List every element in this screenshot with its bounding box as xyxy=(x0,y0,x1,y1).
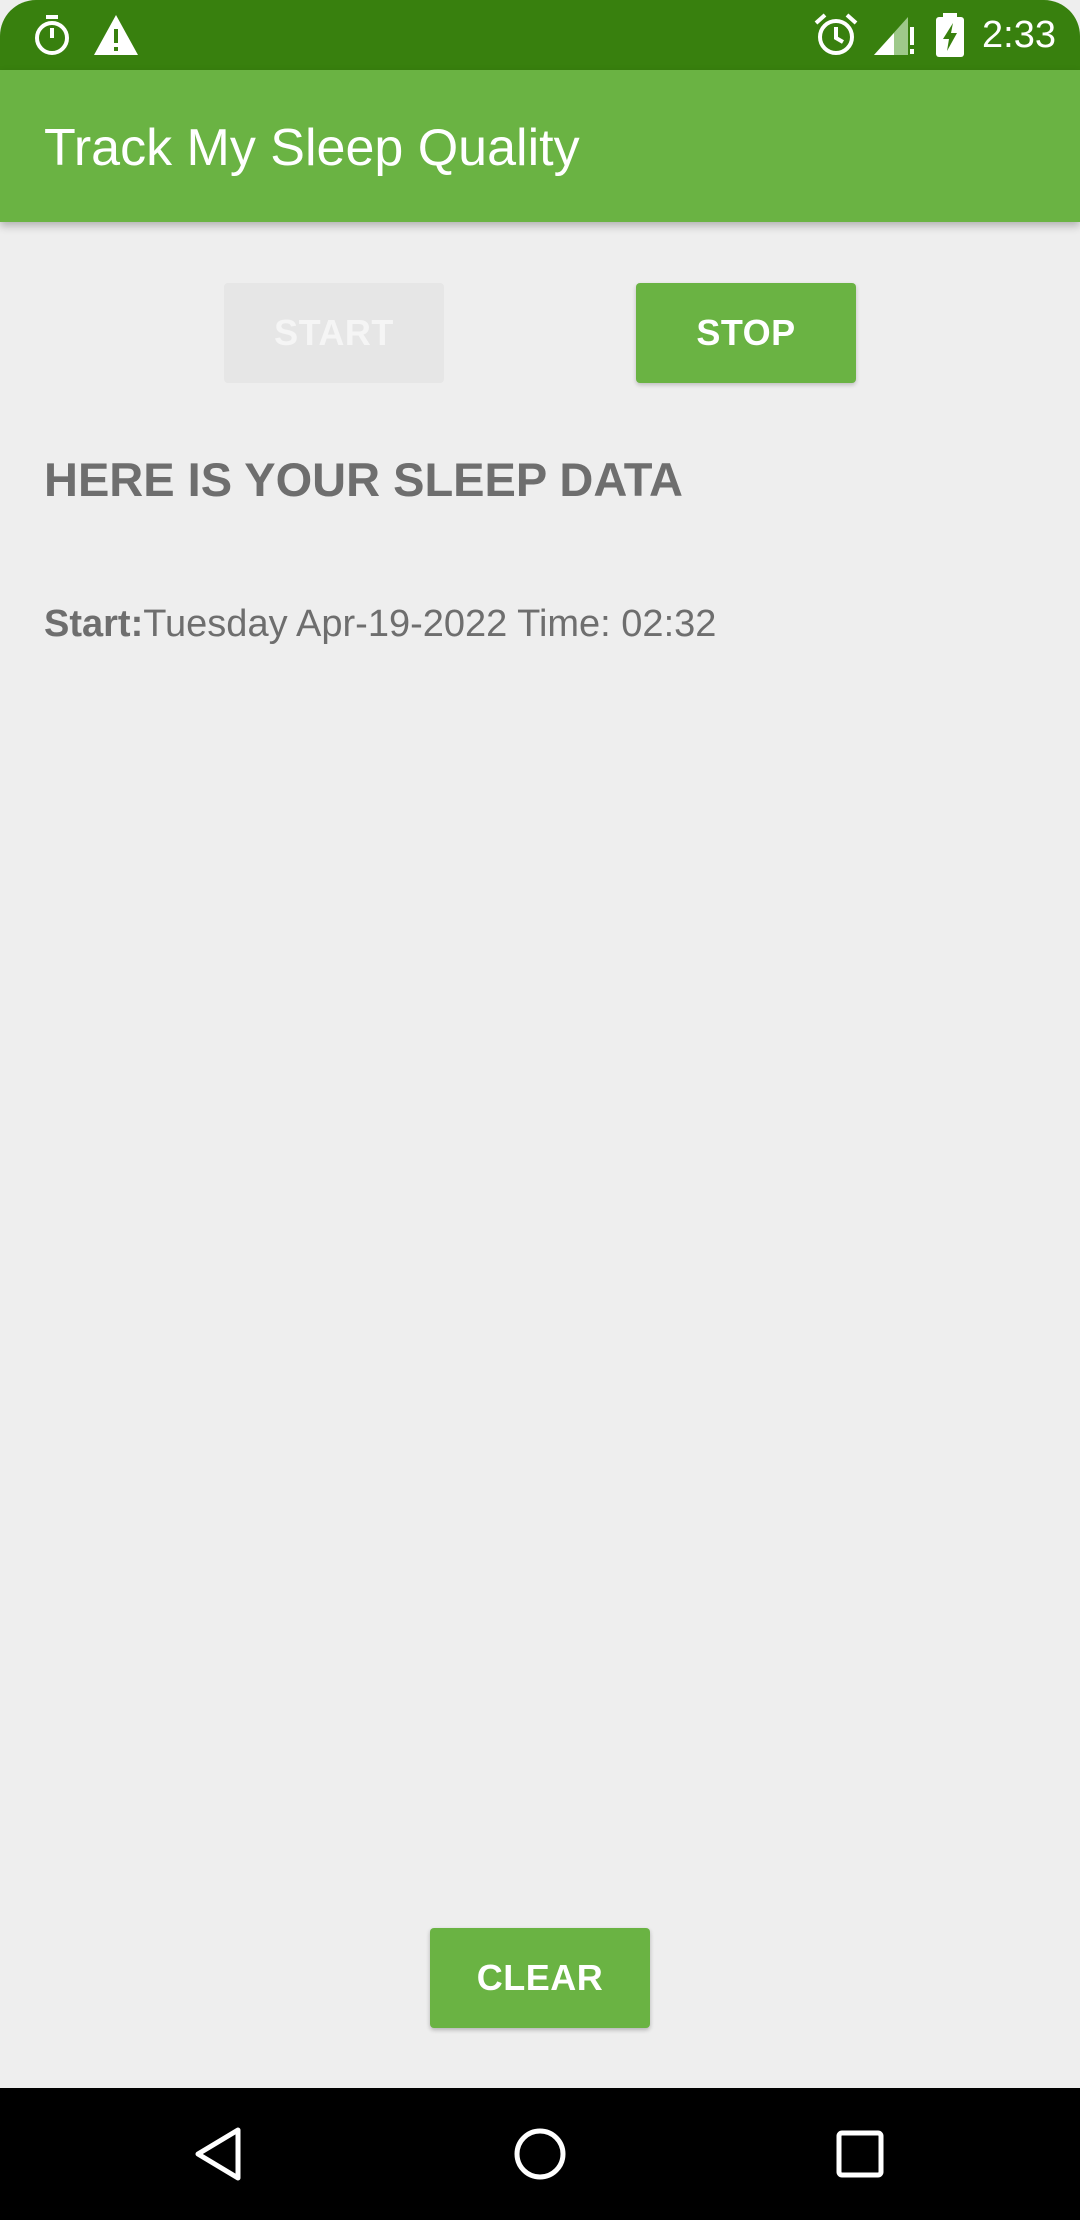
sleep-entry-value: Tuesday Apr-19-2022 Time: 02:32 xyxy=(143,603,717,645)
sleep-data-heading: HERE IS YOUR SLEEP DATA xyxy=(44,453,683,506)
status-bar: 2:33 xyxy=(0,0,1080,70)
signal-icon xyxy=(874,17,914,55)
back-icon[interactable] xyxy=(190,2124,250,2184)
warning-icon xyxy=(94,15,138,55)
recents-icon[interactable] xyxy=(830,2124,890,2184)
app-title: Track My Sleep Quality xyxy=(44,119,580,177)
stopwatch-icon xyxy=(35,15,69,55)
sleep-entry: Start:Tuesday Apr-19-2022 Time: 02:32 xyxy=(44,600,716,648)
clear-button[interactable]: CLEAR xyxy=(430,1928,650,2028)
home-icon[interactable] xyxy=(510,2124,570,2184)
alarm-icon xyxy=(814,13,858,55)
battery-charging-icon xyxy=(936,13,964,57)
stop-button[interactable]: STOP xyxy=(636,283,856,383)
app-bar: Track My Sleep Quality xyxy=(0,70,1080,222)
sleep-entry-label: Start: xyxy=(44,603,144,645)
navigation-bar xyxy=(0,2088,1080,2220)
start-button[interactable]: START xyxy=(224,283,444,383)
status-clock: 2:33 xyxy=(982,14,1056,56)
